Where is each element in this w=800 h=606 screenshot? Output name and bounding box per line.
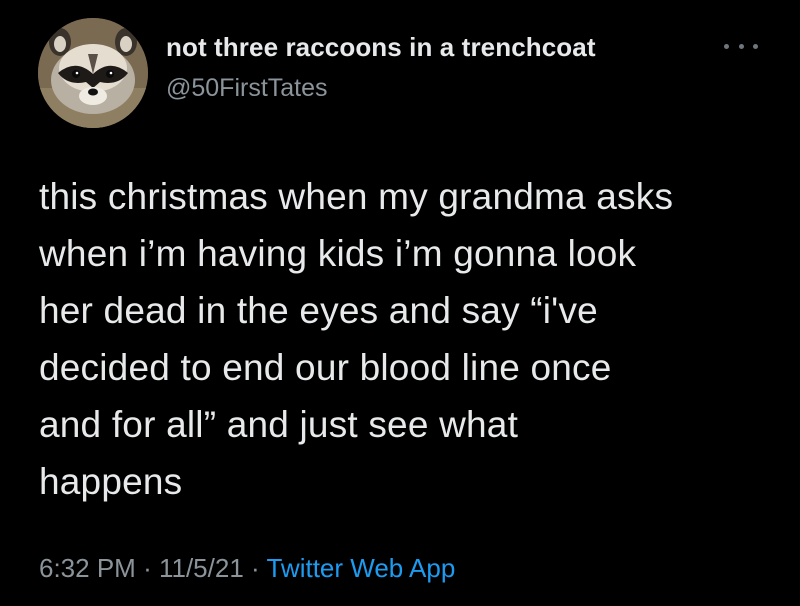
- meta-separator: ·: [251, 553, 260, 583]
- tweet-line: this christmas when my grandma asks: [39, 176, 674, 217]
- dot: [753, 43, 758, 49]
- author-handle[interactable]: @50FirstTates: [166, 74, 328, 103]
- tweet-card: not three raccoons in a trenchcoat @50Fi…: [0, 0, 800, 606]
- tweet-line: decided to end our blood line once: [39, 347, 612, 388]
- meta-separator: ·: [143, 553, 152, 583]
- tweet-line: and for all” and just see what: [39, 404, 519, 445]
- more-horizontal-icon[interactable]: [724, 36, 758, 56]
- tweet-line: her dead in the eyes and say “i've: [39, 290, 598, 331]
- raccoon-avatar[interactable]: [38, 18, 148, 128]
- tweet-text: this christmas when my grandma asks when…: [39, 168, 779, 510]
- tweet-date[interactable]: 11/5/21: [159, 553, 244, 583]
- dot: [738, 43, 744, 49]
- tweet-metadata: 6:32 PM · 11/5/21 · Twitter Web App: [39, 553, 455, 584]
- dot: [724, 43, 729, 49]
- tweet-time[interactable]: 6:32 PM: [39, 553, 136, 583]
- author-display-name[interactable]: not three raccoons in a trenchcoat: [166, 32, 596, 63]
- tweet-line: when i’m having kids i’m gonna look: [39, 233, 637, 274]
- tweet-line: happens: [39, 461, 183, 502]
- tweet-source-link[interactable]: Twitter Web App: [266, 553, 455, 583]
